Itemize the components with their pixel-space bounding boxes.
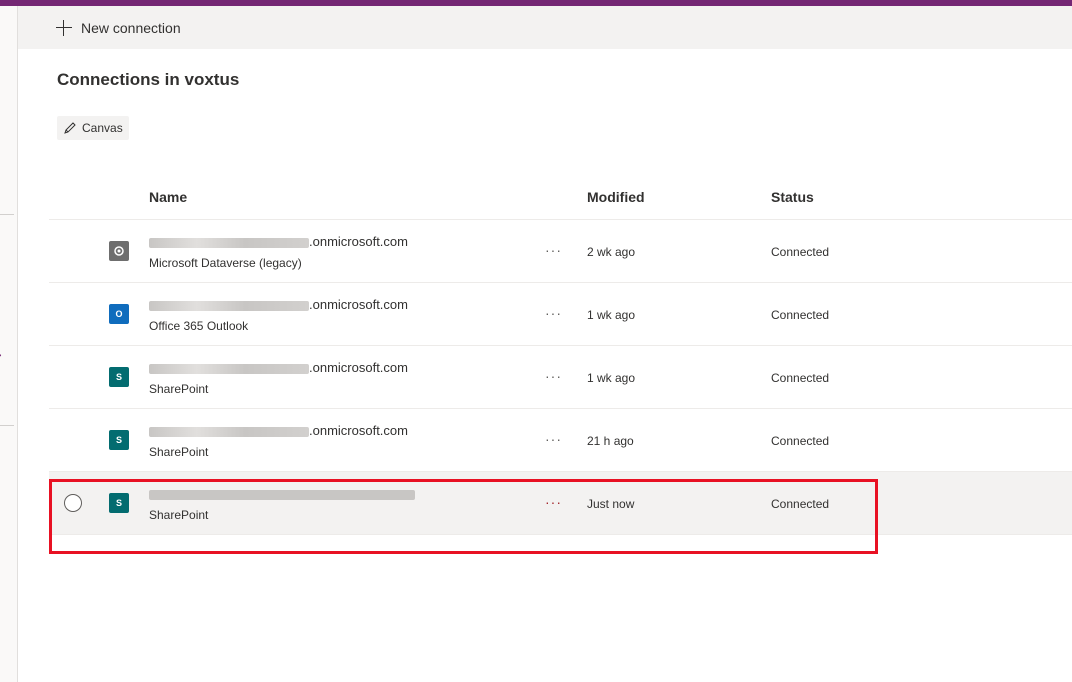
connector-name: SharePoint <box>149 382 209 396</box>
connection-name <box>149 486 415 501</box>
connection-status: Connected <box>771 434 830 448</box>
connection-name: .onmicrosoft.com <box>149 360 408 375</box>
table-row[interactable]: S .onmicrosoft.com SharePoint ··· 21 h a… <box>49 409 1072 472</box>
column-header-modified[interactable]: Modified <box>587 189 645 205</box>
sharepoint-icon: S <box>109 367 129 387</box>
canvas-filter-label: Canvas <box>82 121 123 135</box>
chevron-right-icon[interactable]: › <box>0 346 2 362</box>
more-options-button[interactable]: ··· <box>545 242 562 258</box>
connection-name: .onmicrosoft.com <box>149 234 408 249</box>
pencil-icon <box>64 122 76 134</box>
sharepoint-icon: S <box>109 493 129 513</box>
connector-name: SharePoint <box>149 508 209 522</box>
outlook-icon: O <box>109 304 129 324</box>
more-options-button[interactable]: ··· <box>545 494 562 510</box>
nav-divider <box>0 214 14 215</box>
connection-name: .onmicrosoft.com <box>149 423 408 438</box>
nav-divider <box>0 425 14 426</box>
connector-name: SharePoint <box>149 445 209 459</box>
redacted-account <box>149 300 309 311</box>
modified-date: 1 wk ago <box>587 371 636 385</box>
new-connection-button[interactable]: New connection <box>56 19 181 36</box>
table-row[interactable]: O .onmicrosoft.com Office 365 Outlook ··… <box>49 283 1072 346</box>
connection-status: Connected <box>771 371 830 385</box>
connector-name: Office 365 Outlook <box>149 319 249 333</box>
modified-date: 1 wk ago <box>587 308 636 322</box>
redacted-account <box>149 426 309 437</box>
modified-date: 2 wk ago <box>587 245 636 259</box>
connection-status: Connected <box>771 497 830 511</box>
command-bar: New connection <box>18 6 1072 49</box>
column-header-status[interactable]: Status <box>771 189 814 205</box>
redacted-account <box>149 489 415 500</box>
modified-date: Just now <box>587 497 635 511</box>
table-row[interactable]: S SharePoint ··· Just now Connected <box>49 472 1072 535</box>
modified-date: 21 h ago <box>587 434 634 448</box>
more-options-button[interactable]: ··· <box>545 305 562 321</box>
table-row[interactable]: .onmicrosoft.com Microsoft Dataverse (le… <box>49 220 1072 283</box>
plus-icon <box>56 19 72 36</box>
left-nav-rail: › <box>0 6 18 682</box>
more-options-button[interactable]: ··· <box>545 431 562 447</box>
connection-name: .onmicrosoft.com <box>149 297 408 312</box>
connection-status: Connected <box>771 308 830 322</box>
column-header-name[interactable]: Name <box>149 189 187 205</box>
connector-name: Microsoft Dataverse (legacy) <box>149 256 302 270</box>
dataverse-icon <box>109 241 129 261</box>
new-connection-label: New connection <box>81 19 181 36</box>
redacted-account <box>149 237 309 248</box>
sharepoint-icon: S <box>109 430 129 450</box>
more-options-button[interactable]: ··· <box>545 368 562 384</box>
page-title: Connections in voxtus <box>57 70 240 89</box>
table-row[interactable]: S .onmicrosoft.com SharePoint ··· 1 wk a… <box>49 346 1072 409</box>
connection-status: Connected <box>771 245 830 259</box>
row-select-radio[interactable] <box>64 494 82 512</box>
redacted-account <box>149 363 309 374</box>
canvas-filter-pill[interactable]: Canvas <box>57 116 129 140</box>
table-header: Name Modified Status <box>49 176 1072 220</box>
